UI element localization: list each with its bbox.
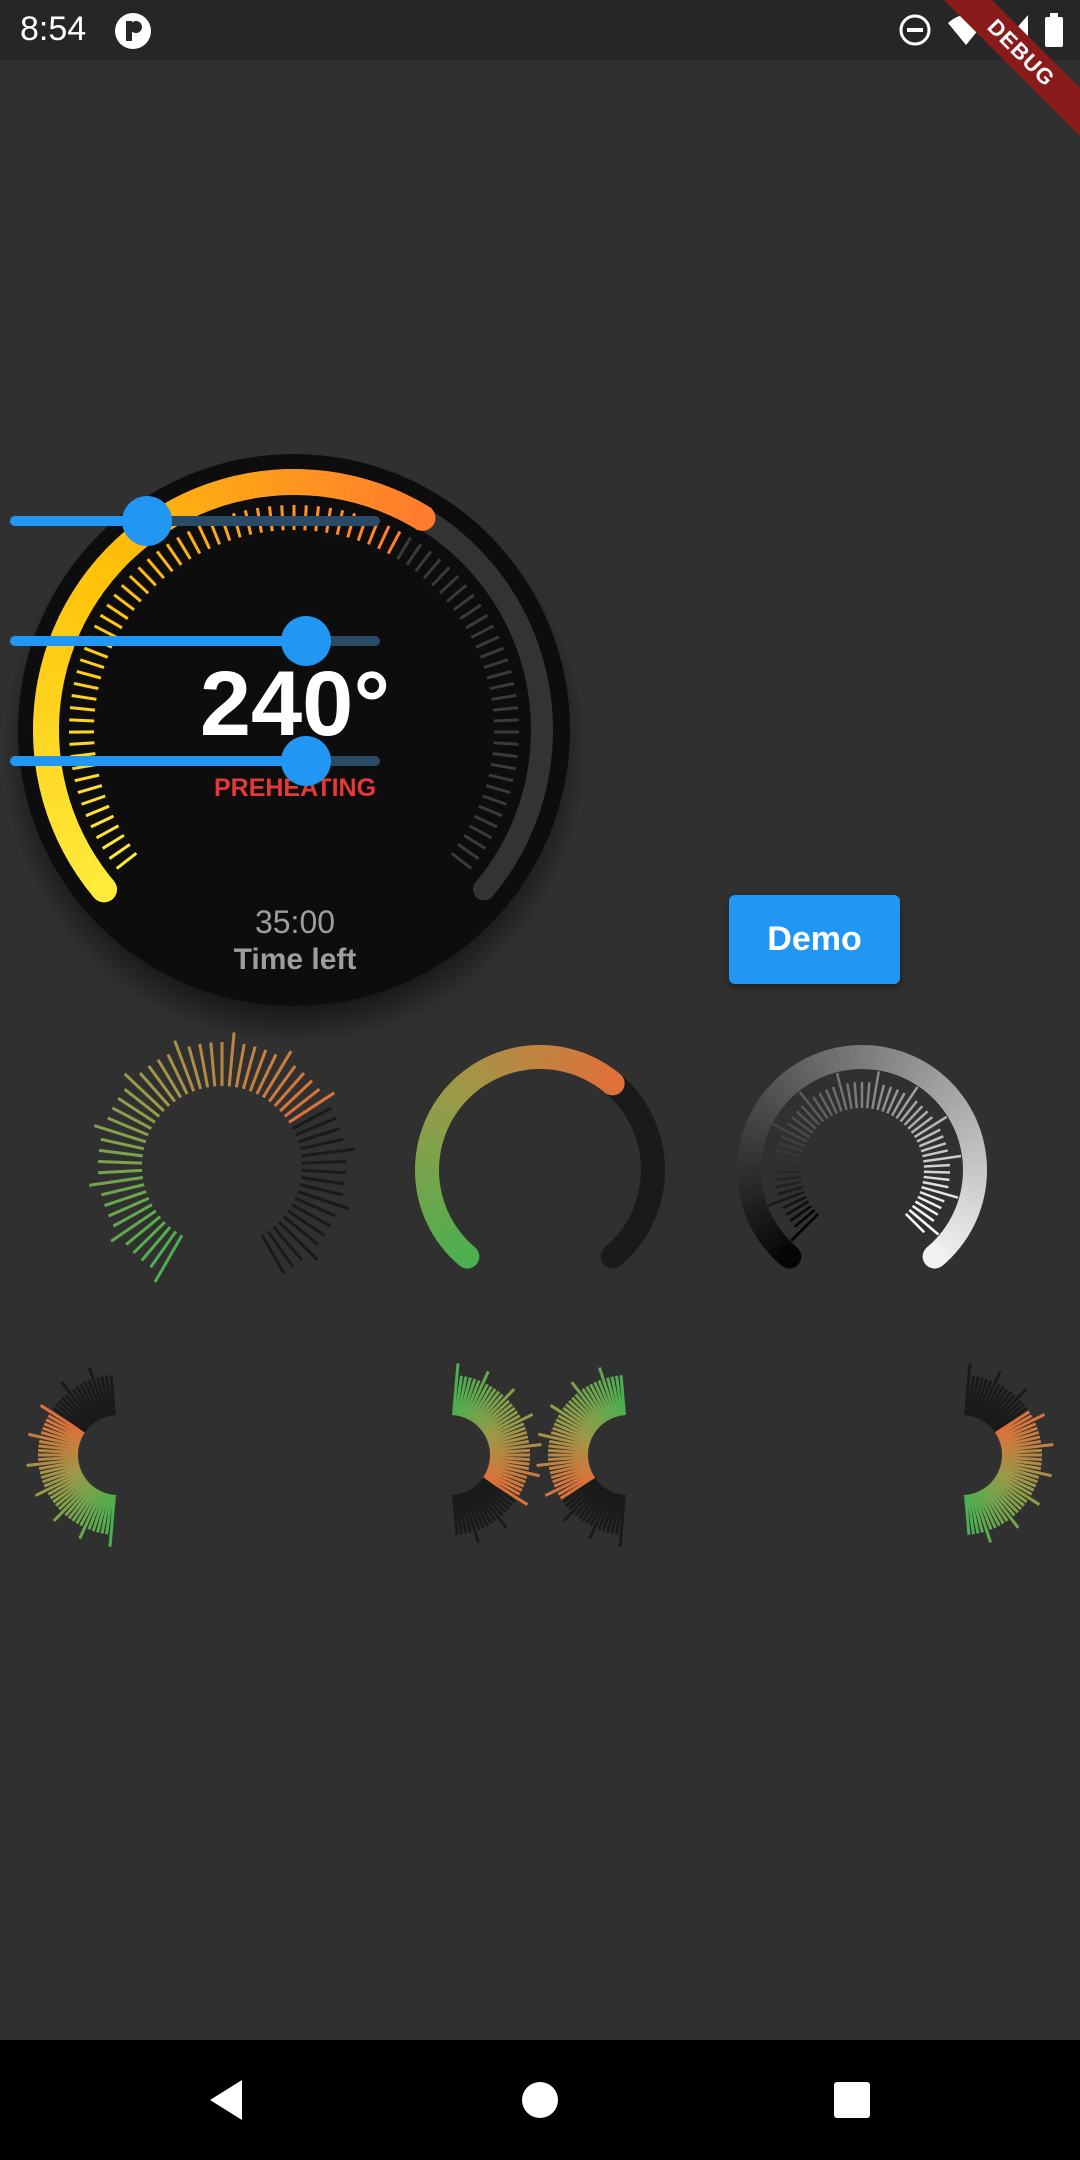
gauge-tick	[493, 718, 519, 723]
slider-1[interactable]	[10, 490, 380, 550]
home-icon	[522, 2082, 558, 2118]
gauges-canvas	[2, 454, 1054, 1547]
back-icon	[210, 2080, 242, 2120]
demo-button[interactable]: Demo	[729, 895, 900, 984]
slider-3[interactable]	[10, 730, 380, 790]
gauge-tick	[790, 1116, 814, 1134]
gauge-tick	[853, 1082, 859, 1109]
gauge-tick	[493, 741, 519, 746]
gauge-tick	[903, 1105, 924, 1126]
gauge-tick	[173, 1040, 196, 1092]
slider-thumb[interactable]	[281, 616, 331, 666]
slider-thumb[interactable]	[121, 496, 172, 546]
gauge-tick	[923, 1163, 950, 1168]
gauge-tick	[89, 1176, 144, 1187]
home-button[interactable]	[480, 2040, 600, 2160]
gauge-tick	[910, 1116, 934, 1134]
slider-thumb[interactable]	[281, 736, 331, 786]
gauge-tick	[907, 1110, 929, 1130]
gauge-tick	[775, 1149, 802, 1158]
gauge-tick	[98, 1160, 143, 1165]
gauge-tick	[198, 1043, 210, 1088]
gauge-tick	[899, 1100, 918, 1123]
half-gauge-left-a	[26, 1367, 117, 1547]
time-remaining-caption: Time left	[233, 943, 357, 976]
gauge-tick	[789, 1204, 813, 1222]
preview-gauge-arc	[415, 1044, 665, 1269]
gauge-tick	[291, 1203, 332, 1228]
gauge-tick	[774, 1175, 801, 1182]
gauge-progress-cap	[409, 504, 436, 531]
recents-button[interactable]	[792, 2040, 912, 2160]
gauge-tick	[773, 1170, 801, 1174]
slider-2[interactable]	[10, 610, 380, 670]
gauge-tick	[911, 1204, 935, 1222]
gauge-tick	[846, 1083, 853, 1110]
mono-arc-cap	[922, 1244, 947, 1269]
gauge-tick	[234, 1043, 246, 1088]
gauge-tick	[923, 1170, 951, 1174]
gauge-tick	[301, 1147, 356, 1158]
gauge-tick	[785, 1200, 810, 1216]
arc-track-cap	[600, 1244, 625, 1269]
gauge-tick	[775, 1180, 802, 1189]
half-gauge-left-b	[536, 1367, 627, 1547]
gauge-tick	[865, 1082, 871, 1109]
time-remaining-value: 35:00	[254, 904, 336, 940]
slider-fill	[10, 636, 306, 646]
gauge-tick	[774, 1156, 801, 1163]
gauge-tick	[111, 1106, 153, 1130]
slider-fill	[10, 756, 306, 766]
preview-gauge-monochrome	[737, 1044, 987, 1269]
gauge-tick	[871, 1071, 880, 1110]
half-gauge-right-b	[963, 1363, 1054, 1543]
gauge-tick	[98, 1148, 143, 1158]
gauge-tick	[260, 1234, 286, 1275]
gauge-tick	[793, 1209, 816, 1228]
gauge-tick	[795, 1110, 817, 1130]
gauge-tick	[301, 1168, 346, 1175]
arc-progress-cap	[600, 1071, 625, 1096]
half-gauge-right-a	[451, 1363, 542, 1543]
gauge-tick	[166, 1053, 189, 1095]
gauge-tick	[904, 1212, 926, 1234]
gauge-tick	[800, 1105, 821, 1126]
gauge-tick	[209, 1042, 217, 1087]
gauge-tick	[112, 1203, 153, 1228]
gauge-tick	[762, 1163, 801, 1168]
gauge-tick	[923, 1154, 962, 1163]
gauge-tick	[923, 1175, 950, 1182]
arc-progress-cap	[455, 1244, 480, 1269]
gauge-tick	[922, 1149, 949, 1158]
preview-gauge-ticks	[89, 1032, 356, 1283]
gauge-tick	[301, 1160, 346, 1165]
gauge-tick	[786, 1122, 811, 1139]
mono-arc-cap	[777, 1244, 802, 1269]
back-button[interactable]	[166, 2040, 286, 2160]
gauge-tick	[255, 1053, 278, 1095]
gauge-tick	[812, 1096, 829, 1120]
recents-icon	[834, 2082, 870, 2118]
gauge-tick	[300, 1176, 345, 1186]
gauge-tick	[69, 718, 95, 723]
gauge-tick	[291, 1106, 333, 1130]
gauge-tick	[768, 1190, 805, 1207]
gauge-tick	[922, 1180, 949, 1189]
gauge-tick	[227, 1032, 236, 1087]
gauge-progress-cap	[91, 876, 118, 903]
gauge-track-cap	[472, 878, 495, 901]
gauge-tick	[914, 1200, 939, 1216]
gauge-tick	[98, 1168, 143, 1175]
navigation-bar	[0, 2040, 1080, 2160]
